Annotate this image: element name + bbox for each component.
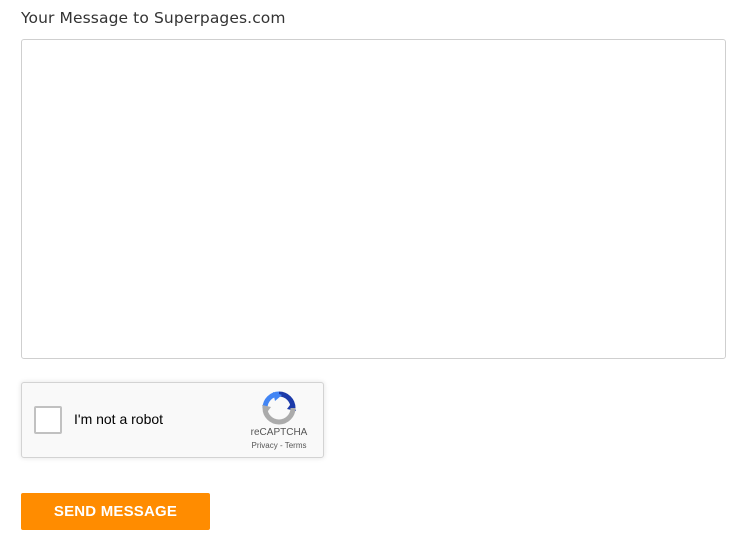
recaptcha-widget: I'm not a robot reCAPTCHA Privacy - Term… xyxy=(21,382,324,458)
recaptcha-links: Privacy - Terms xyxy=(247,441,311,450)
send-message-button[interactable]: SEND MESSAGE xyxy=(21,493,210,530)
message-textarea[interactable] xyxy=(21,39,726,359)
message-label: Your Message to Superpages.com xyxy=(21,9,286,27)
recaptcha-label: I'm not a robot xyxy=(74,411,164,427)
links-separator: - xyxy=(277,441,285,450)
recaptcha-brand: reCAPTCHA xyxy=(250,427,308,438)
recaptcha-checkbox[interactable] xyxy=(34,406,62,434)
terms-link[interactable]: Terms xyxy=(285,441,307,450)
recaptcha-logo: reCAPTCHA Privacy - Terms xyxy=(247,391,311,450)
privacy-link[interactable]: Privacy xyxy=(252,441,278,450)
recaptcha-logo-icon xyxy=(262,391,296,425)
